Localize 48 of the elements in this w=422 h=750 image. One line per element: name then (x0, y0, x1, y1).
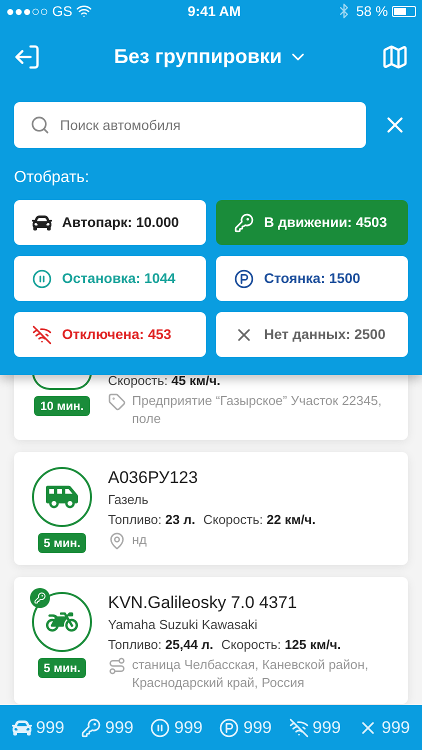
battery-text: 58 % (356, 2, 388, 20)
vehicle-name: А036РУ123 (108, 467, 199, 489)
car-icon (32, 212, 52, 232)
vehicle-name: KVN.Galileosky 7.0 4371 (108, 592, 298, 614)
time-badge: 5 мин. (38, 533, 86, 553)
filter-button[interactable]: В движении: 4503 (216, 200, 408, 245)
filter-button[interactable]: Автопарк: 10.000 (14, 200, 206, 245)
stat-text: Топливо: 25,44 л. (108, 636, 214, 654)
count-text: 999 (382, 716, 410, 739)
filter-label: Отобрать: (13, 168, 90, 188)
vehicle-card[interactable]: 10 мин. Скорость: 45 км/ч. Предприятие “Газырское” Участок 22345, поле (14, 375, 408, 440)
car-icon (12, 718, 32, 738)
vehicle-avatar (32, 375, 92, 390)
time-badge: 10 мин. (34, 396, 90, 416)
count-text: 999 (243, 716, 272, 739)
stat-text: Скорость: 45 км/ч. (108, 375, 220, 390)
location-text: станица Челбасская, Каневской район, Краснодарский край, Россия (132, 656, 370, 692)
stat-text: Скорость: 125 км/ч. (221, 636, 341, 654)
filter-button[interactable]: Нет данных: 2500 (216, 312, 408, 357)
pause-icon (150, 718, 170, 738)
clock-text: 9:41 AM (188, 2, 241, 20)
parking-icon (234, 268, 254, 288)
signal-off-icon (32, 324, 52, 344)
filter-button[interactable]: Отключена: 453 (14, 312, 206, 357)
wifi-icon (76, 3, 92, 19)
count-text: 999 (174, 716, 203, 739)
key-icon (234, 212, 254, 232)
time-badge: 5 мин. (38, 658, 86, 678)
stat-text: Скорость: 22 км/ч. (203, 511, 316, 529)
vehicle-card[interactable]: 5 мин. KVN.Galileosky 7.0 4371 Yamaha Suzuki Kawasaki Топливо: 25,44 л. Скорость: 125 км/ч. станица Челбасская, Каневской район, Краснодарский край, Россия (14, 577, 408, 704)
filter-button[interactable]: Стоянка: 1500 (216, 256, 408, 301)
count-text: 999 (105, 716, 134, 739)
search-icon (30, 115, 50, 135)
location-text: нд (132, 531, 147, 549)
stat-text: Топливо: 23 л. (108, 511, 196, 529)
pause-icon (32, 268, 52, 288)
vehicle-model: Yamaha Suzuki Kawasaki (108, 616, 258, 634)
carrier-text: ●●●○○ GS (6, 2, 72, 20)
search-field[interactable]: Поиск автомобиля (14, 102, 366, 148)
battery-icon (392, 6, 416, 16)
vehicle-card[interactable]: 5 мин. А036РУ123 Газель Топливо: 23 л. Скорость: 22 км/ч. нд (14, 452, 408, 565)
location-text: Предприятие “Газырское” Участок 22345, поле (132, 392, 383, 428)
signal-off-icon (288, 718, 308, 738)
key-icon (81, 718, 102, 738)
count-text: 999 (36, 716, 64, 739)
count-text: 999 (312, 716, 341, 739)
vehicle-model: Газель (108, 491, 150, 509)
parking-icon (219, 718, 240, 738)
